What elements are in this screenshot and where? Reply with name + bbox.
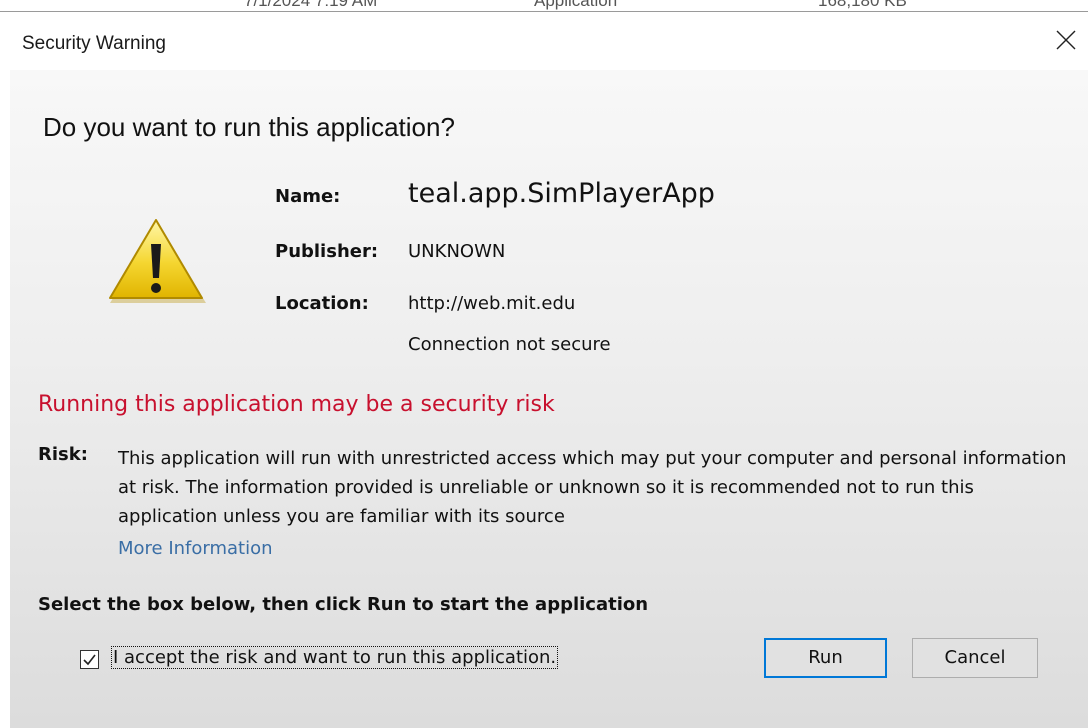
- app-name: teal.app.SimPlayerApp: [408, 178, 715, 209]
- publisher-label: Publisher:: [275, 241, 379, 262]
- title-bar: Security Warning: [0, 12, 1088, 70]
- location-label: Location:: [275, 293, 369, 314]
- name-label: Name:: [275, 186, 341, 207]
- more-information-link[interactable]: More Information: [118, 538, 273, 559]
- dialog-body: Do you want to run this application? Nam…: [10, 70, 1088, 728]
- accept-risk-checkbox[interactable]: [80, 650, 99, 669]
- cancel-button[interactable]: Cancel: [912, 638, 1038, 678]
- publisher-value: UNKNOWN: [408, 241, 506, 262]
- warning-icon: [109, 219, 206, 303]
- close-button[interactable]: [1044, 20, 1088, 60]
- accept-risk-label[interactable]: I accept the risk and want to run this a…: [110, 646, 559, 669]
- checkmark-icon: [83, 654, 96, 666]
- location-value: http://web.mit.edu: [408, 293, 576, 314]
- background-type: Application: [534, 0, 618, 10]
- risk-label: Risk:: [38, 444, 88, 465]
- background-size: 168,180 KB: [818, 0, 907, 10]
- risk-description: This application will run with unrestric…: [118, 448, 1067, 527]
- run-button[interactable]: Run: [764, 638, 887, 678]
- dialog-question: Do you want to run this application?: [43, 112, 455, 142]
- window-title: Security Warning: [22, 33, 166, 54]
- risk-title: Running this application may be a securi…: [38, 392, 555, 417]
- background-date: 7/1/2024 7:19 AM: [244, 0, 378, 10]
- page: 7/1/2024 7:19 AM Application 168,180 KB …: [0, 0, 1088, 728]
- instruction-text: Select the box below, then click Run to …: [38, 594, 649, 615]
- connection-status: Connection not secure: [408, 334, 611, 355]
- close-icon: [1056, 30, 1076, 50]
